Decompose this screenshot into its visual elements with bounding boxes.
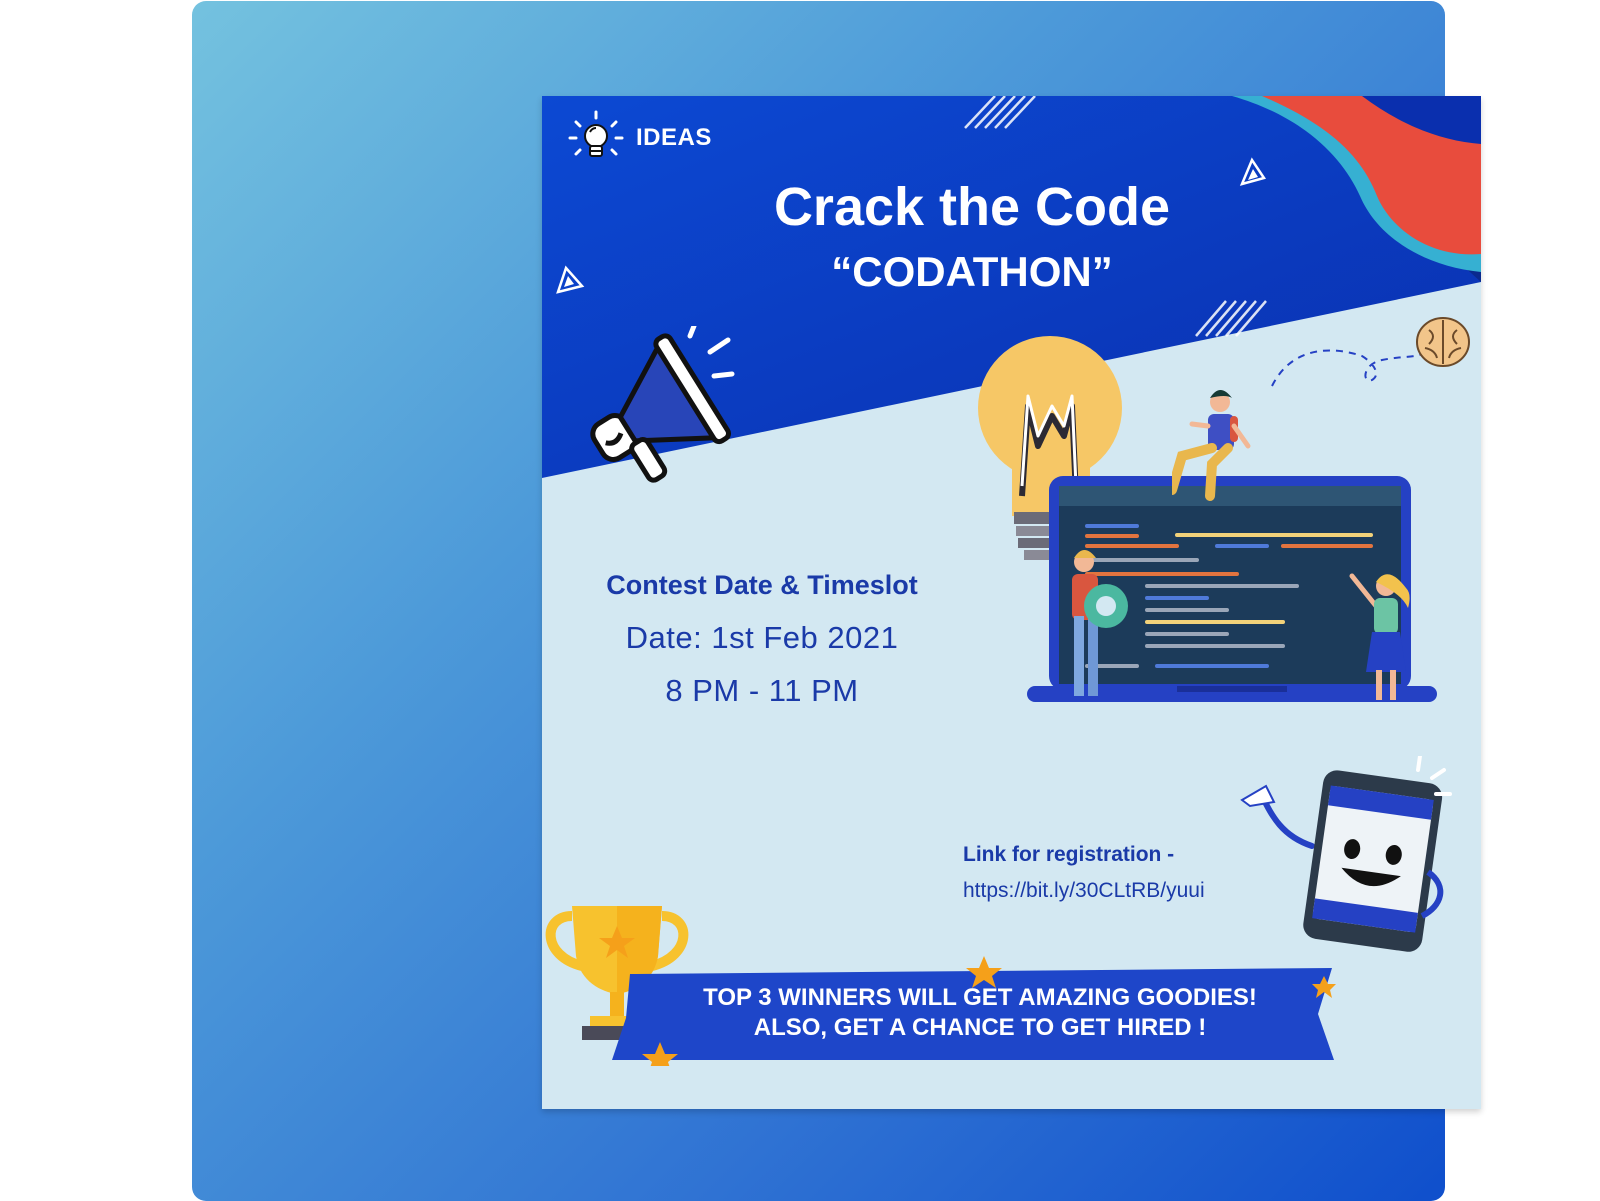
- lightbulb-icon: [568, 110, 624, 157]
- person-with-gear-illustration: [1072, 550, 1128, 696]
- smartphone-mascot-illustration: [1240, 756, 1452, 952]
- brain-icon: [1271, 317, 1470, 387]
- contest-date: Date: 1st Feb 2021: [625, 620, 899, 655]
- person-sitting-illustration: [1172, 390, 1251, 501]
- banner-line-1: TOP 3 WINNERS WILL GET AMAZING GOODIES!: [703, 984, 1257, 1011]
- contest-time: 8 PM - 11 PM: [665, 673, 859, 708]
- registration-label: Link for registration -: [963, 843, 1175, 866]
- brand-name: IDEAS: [636, 124, 712, 151]
- banner-line-2: ALSO, GET A CHANCE TO GET HIRED !: [753, 1014, 1207, 1041]
- poster-subtitle: “CODATHON”: [831, 248, 1113, 295]
- contest-heading: Contest Date & Timeslot: [606, 570, 918, 600]
- person-pointing-illustration: [1349, 573, 1410, 700]
- codathon-poster: IDEAS Crack the Code “CODATHON” Contest …: [542, 96, 1481, 1109]
- registration-link[interactable]: https://bit.ly/30CLtRB/yuui: [963, 879, 1205, 903]
- poster-title: Crack the Code: [773, 177, 1171, 237]
- megaphone-icon: [590, 326, 735, 483]
- background-frame: IDEAS Crack the Code “CODATHON” Contest …: [192, 1, 1481, 1201]
